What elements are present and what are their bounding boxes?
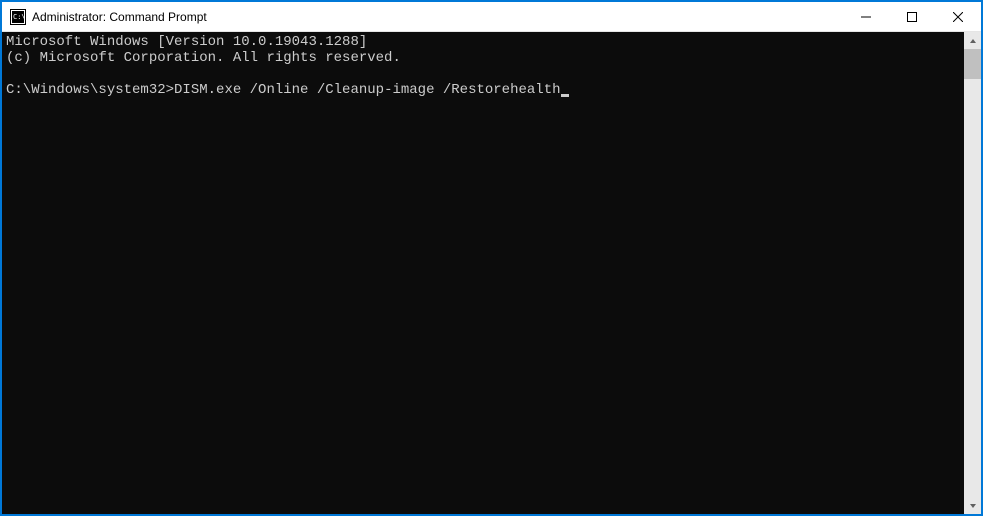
svg-text:C:\: C:\ (13, 13, 26, 21)
minimize-button[interactable] (843, 2, 889, 31)
command-input: DISM.exe /Online /Cleanup-image /Restore… (174, 82, 560, 98)
console-line: (c) Microsoft Corporation. All rights re… (6, 50, 401, 66)
command-prompt-window: C:\ Administrator: Command Prompt Micros… (2, 2, 981, 514)
cmd-icon: C:\ (10, 9, 26, 25)
scroll-up-button[interactable] (964, 32, 981, 49)
vertical-scrollbar[interactable] (964, 32, 981, 514)
prompt: C:\Windows\system32> (6, 82, 174, 98)
close-button[interactable] (935, 2, 981, 31)
scroll-down-button[interactable] (964, 497, 981, 514)
console-output[interactable]: Microsoft Windows [Version 10.0.19043.12… (2, 32, 964, 514)
cursor (561, 94, 569, 97)
titlebar[interactable]: C:\ Administrator: Command Prompt (2, 2, 981, 32)
window-controls (843, 2, 981, 31)
scroll-thumb[interactable] (964, 49, 981, 79)
console-line: Microsoft Windows [Version 10.0.19043.12… (6, 34, 367, 50)
console-area: Microsoft Windows [Version 10.0.19043.12… (2, 32, 981, 514)
window-title: Administrator: Command Prompt (32, 10, 843, 24)
maximize-button[interactable] (889, 2, 935, 31)
scroll-track[interactable] (964, 49, 981, 497)
